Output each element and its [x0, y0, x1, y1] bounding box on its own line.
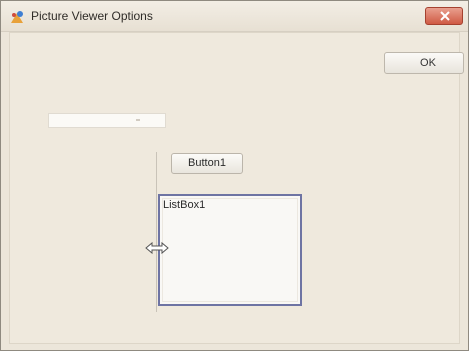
- listbox1[interactable]: ListBox1: [158, 194, 302, 306]
- close-icon: [440, 11, 450, 21]
- move-arrow-icon[interactable]: [144, 240, 170, 256]
- ok-button[interactable]: OK: [384, 52, 464, 74]
- window-title: Picture Viewer Options: [31, 9, 153, 23]
- listbox-inner: [162, 198, 298, 302]
- app-icon: [9, 9, 25, 25]
- listbox-label: ListBox1: [163, 199, 206, 211]
- panel-border: [156, 152, 157, 312]
- dialog-window: Picture Viewer Options OK Button1 ListBo…: [0, 0, 469, 351]
- button1[interactable]: Button1: [171, 153, 243, 174]
- title-bar[interactable]: Picture Viewer Options: [1, 1, 468, 32]
- text-input-marker: [136, 119, 140, 121]
- text-input[interactable]: [48, 113, 166, 128]
- close-button[interactable]: [425, 7, 463, 25]
